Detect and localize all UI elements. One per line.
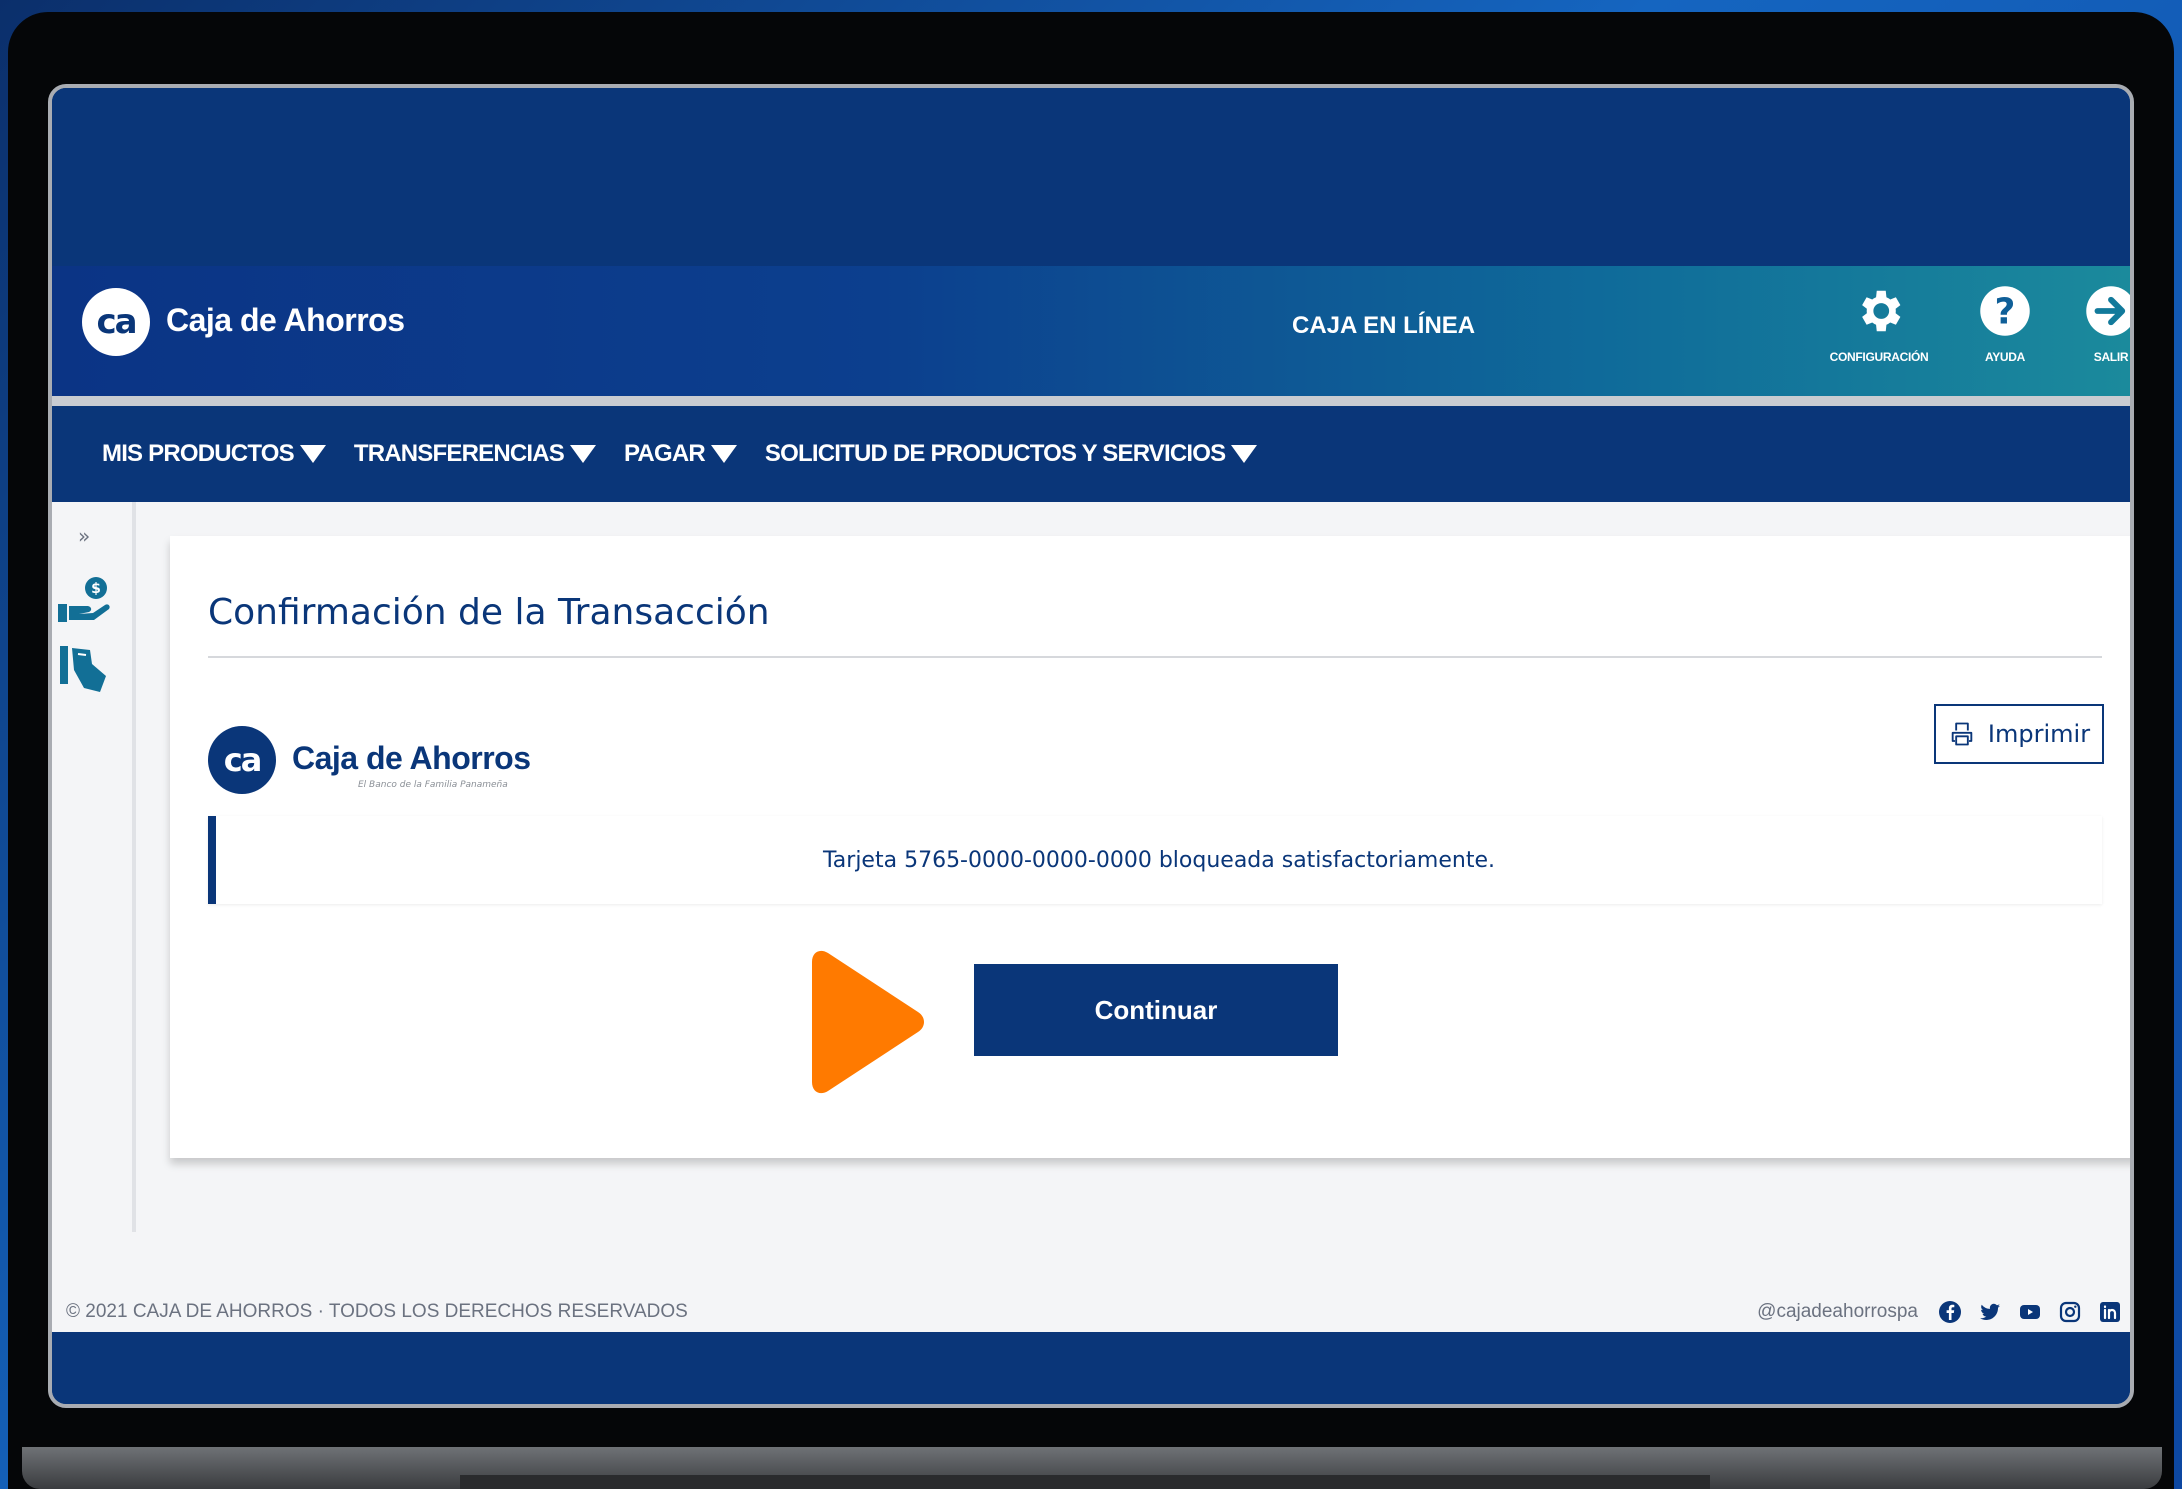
- facebook-icon[interactable]: [1938, 1300, 1962, 1324]
- printer-icon: [1951, 722, 1973, 746]
- nav-pagar[interactable]: PAGAR: [624, 440, 737, 468]
- content-area: » $ Confirmación de la Transacción ca Ca…: [52, 502, 2130, 1292]
- youtube-icon[interactable]: [2018, 1300, 2042, 1324]
- nav-solicitud[interactable]: SOLICITUD DE PRODUCTOS Y SERVICIOS: [764, 440, 1258, 468]
- brand-name: Caja de Ahorros: [166, 302, 405, 338]
- hand-coin-icon[interactable]: $: [56, 572, 116, 628]
- bottom-band: [52, 1332, 2130, 1404]
- play-icon: [812, 950, 924, 1094]
- title-divider: [208, 656, 2102, 658]
- print-label: Imprimir: [1987, 720, 2091, 748]
- logout-label: SALIR: [2093, 350, 2129, 364]
- nav-label: MIS PRODUCTOS: [102, 440, 295, 467]
- sidebar: » $: [52, 502, 136, 1232]
- nav-label: SOLICITUD DE PRODUCTOS Y SERVICIOS: [764, 440, 1226, 467]
- success-alert: Tarjeta 5765-0000-0000-0000 bloqueada sa…: [208, 816, 2102, 904]
- svg-text:?: ?: [1995, 291, 2016, 332]
- help-icon: ?: [1980, 286, 2030, 336]
- logout-button[interactable]: SALIR: [2056, 284, 2130, 374]
- nav-label: TRANSFERENCIAS: [353, 440, 565, 467]
- linkedin-icon[interactable]: [2098, 1300, 2122, 1324]
- caret-down-icon: [710, 445, 737, 463]
- caret-down-icon: [570, 445, 596, 463]
- caret-down-icon: [299, 445, 326, 463]
- main-nav: MIS PRODUCTOS TRANSFERENCIAS PAGAR SOLIC…: [52, 406, 2130, 502]
- instagram-icon[interactable]: [2058, 1300, 2082, 1324]
- continue-button[interactable]: Continuar: [974, 964, 1338, 1056]
- confirmation-card: Confirmación de la Transacción ca Caja d…: [170, 536, 2130, 1158]
- page-title: Confirmación de la Transacción: [208, 592, 770, 633]
- print-button[interactable]: Imprimir: [1934, 704, 2104, 764]
- caret-down-icon: [1231, 445, 1258, 463]
- help-button[interactable]: ? AYUDA: [1950, 284, 2060, 374]
- svg-text:$: $: [91, 581, 101, 597]
- sidebar-expand-icon[interactable]: »: [78, 524, 90, 548]
- nav-label: PAGAR: [624, 440, 706, 467]
- social-handle: @cajadeahorrospa: [1757, 1301, 1918, 1322]
- nav-mis-productos[interactable]: MIS PRODUCTOS: [102, 440, 326, 468]
- config-button[interactable]: CONFIGURACIÓN: [1824, 284, 1934, 374]
- help-label: AYUDA: [1984, 350, 2026, 364]
- card-hand-icon[interactable]: [56, 640, 116, 696]
- brand-logo[interactable]: ca: [82, 288, 150, 356]
- alert-message: Tarjeta 5765-0000-0000-0000 bloqueada sa…: [823, 847, 1495, 873]
- laptop-base-notch: [460, 1475, 1710, 1489]
- logout-icon: [2086, 286, 2130, 336]
- twitter-icon[interactable]: [1978, 1300, 2002, 1324]
- nav-transferencias[interactable]: TRANSFERENCIAS: [354, 440, 596, 468]
- card-brand-logo: ca: [208, 726, 276, 794]
- config-label: CONFIGURACIÓN: [1829, 350, 1929, 364]
- social-links: @cajadeahorrospa: [1757, 1300, 2122, 1324]
- header-separator: [52, 396, 2130, 406]
- card-brand-name: Caja de Ahorros: [292, 740, 531, 776]
- card-brand-tagline: El Banco de la Familia Panameña: [358, 780, 508, 790]
- header-center-title: CAJA EN LÍNEA: [1292, 312, 1476, 339]
- gear-icon: [1862, 290, 1901, 332]
- copyright-text: © 2021 CAJA DE AHORROS · TODOS LOS DEREC…: [66, 1301, 688, 1322]
- site-header: ca Caja de Ahorros CAJA EN LÍNEA CONFIGU…: [52, 266, 2130, 396]
- top-band: [52, 88, 2130, 266]
- site-footer: © 2021 CAJA DE AHORROS · TODOS LOS DEREC…: [52, 1292, 2130, 1332]
- laptop-screen: ca Caja de Ahorros CAJA EN LÍNEA CONFIGU…: [48, 84, 2134, 1408]
